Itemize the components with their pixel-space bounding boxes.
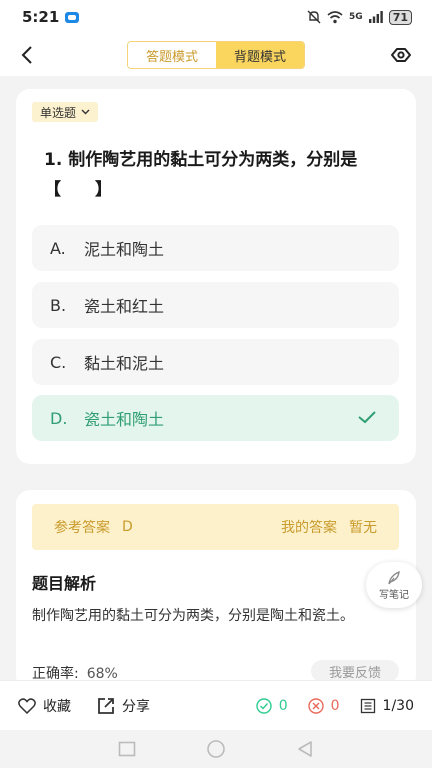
feather-pen-icon	[388, 570, 400, 584]
x-circle-icon	[307, 697, 324, 714]
bottom-toolbar: 收藏 分享 0 0 1/30	[0, 680, 432, 730]
correct-count: 0	[256, 698, 288, 714]
option-text: 泥土和陶土	[84, 240, 165, 259]
system-nav-bar	[0, 730, 432, 768]
option-letter: C.	[50, 352, 67, 372]
my-answer-label: 我的答案	[281, 520, 337, 536]
mode-switch: 答题模式 背题模式	[127, 41, 305, 69]
question-list-button[interactable]: 1/30	[360, 698, 414, 714]
header: 答题模式 背题模式	[0, 34, 432, 76]
option-b[interactable]: B. 瓷土和红土	[32, 282, 399, 328]
wrong-count: 0	[307, 697, 340, 714]
mute-icon	[307, 10, 321, 24]
progress-label: 1/30	[382, 697, 414, 714]
option-text: 瓷土和陶土	[84, 410, 165, 429]
eye-icon	[391, 48, 411, 62]
question-type-label: 单选题	[40, 105, 77, 120]
reference-answer-value: D	[122, 519, 133, 535]
option-letter: D.	[50, 408, 68, 428]
back-arrow-icon	[21, 46, 32, 64]
option-d[interactable]: D. 瓷土和陶土	[32, 395, 399, 441]
back-button[interactable]	[14, 42, 40, 68]
check-icon	[358, 411, 376, 424]
check-circle-icon	[256, 697, 272, 714]
question-card: 单选题 1. 制作陶艺用的黏土可分为两类，分别是【 】 A. 泥土和陶土 B. …	[16, 89, 416, 464]
reference-answer-label: 参考答案	[54, 520, 110, 536]
my-answer-value: 暂无	[349, 520, 377, 536]
heart-icon	[18, 697, 36, 714]
share-button[interactable]: 分享	[97, 696, 150, 716]
write-notes-button[interactable]: 写笔记	[366, 562, 422, 608]
feedback-button[interactable]: 我要反馈	[311, 660, 399, 682]
tab-answer-mode[interactable]: 答题模式	[128, 42, 216, 68]
question-type-dropdown[interactable]: 单选题	[32, 102, 99, 122]
favorite-button[interactable]: 收藏	[18, 696, 71, 716]
status-bar: 5:21 5G 71	[0, 0, 432, 34]
back-triangle-icon[interactable]	[296, 740, 314, 758]
list-icon	[360, 698, 375, 713]
tab-review-mode[interactable]: 背题模式	[216, 42, 304, 68]
signal-icon	[368, 11, 383, 23]
analysis-card: 参考答案 D 我的答案 暂无 题目解析 制作陶艺用的黏土可分为两类，分别是陶土和…	[16, 490, 416, 690]
recents-icon[interactable]	[118, 741, 136, 757]
analysis-title: 题目解析	[32, 574, 97, 593]
share-label: 分享	[122, 698, 150, 715]
correct-count-value: 0	[278, 697, 288, 714]
favorite-label: 收藏	[43, 698, 71, 715]
answer-bar: 参考答案 D 我的答案 暂无	[32, 504, 399, 550]
question-text: 1. 制作陶艺用的黏土可分为两类，分别是【 】	[44, 150, 358, 200]
battery-indicator: 71	[388, 9, 412, 25]
message-notification-icon	[65, 11, 80, 23]
share-icon	[98, 697, 114, 714]
home-icon[interactable]	[206, 739, 226, 759]
eye-toggle-button[interactable]	[388, 42, 414, 68]
status-time: 5:21	[22, 8, 60, 26]
option-text: 瓷土和红土	[84, 297, 165, 316]
option-a[interactable]: A. 泥土和陶土	[32, 225, 399, 271]
option-letter: A.	[50, 238, 66, 258]
wifi-icon	[327, 10, 343, 23]
option-text: 黏土和泥土	[84, 354, 165, 373]
chevron-down-icon	[81, 109, 90, 115]
option-c[interactable]: C. 黏土和泥土	[32, 339, 399, 385]
status-icons: 5G 71	[307, 9, 412, 25]
analysis-text: 制作陶艺用的黏土可分为两类，分别是陶土和瓷土。	[32, 608, 354, 624]
wrong-count-value: 0	[330, 697, 340, 714]
option-letter: B.	[50, 295, 67, 315]
write-notes-label: 写笔记	[379, 589, 409, 601]
answer-stats: 0 0 1/30	[256, 698, 414, 714]
network-type: 5G	[349, 12, 363, 22]
